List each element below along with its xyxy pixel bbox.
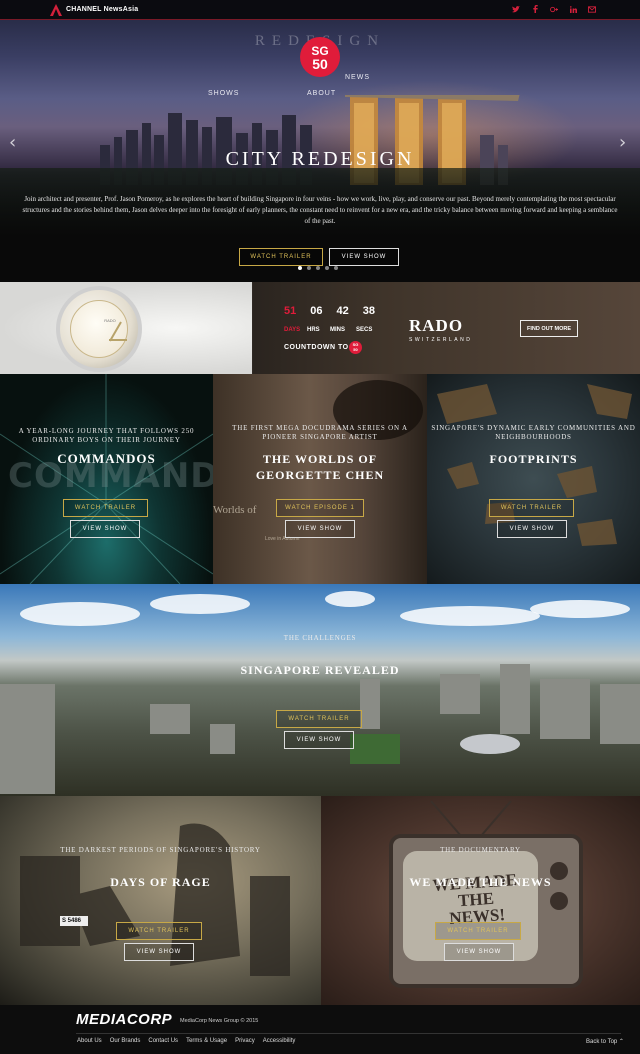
countdown-secs: 38	[362, 305, 375, 317]
slide-dots	[298, 266, 338, 270]
show-tile-we-made-the-news[interactable]: WE MADE THE NEWS! THE DOCUMENTARY WE MAD…	[321, 796, 640, 1005]
singapore-revealed-subtitle: THE CHALLENGES	[283, 634, 357, 642]
show-tile-commandos[interactable]: A YEAR-LONG JOURNEY THAT FOLLOWS 250 ORD…	[0, 374, 213, 584]
social-links	[512, 3, 596, 15]
chevron-up-icon: ⌃	[618, 1039, 624, 1045]
countdown-hrs: 06	[310, 305, 323, 317]
nav-shows[interactable]: SHOWS	[208, 90, 239, 97]
countdown-title: COUNTDOWN TO	[284, 344, 349, 351]
hero-title: CITY REDESIGN	[225, 148, 415, 170]
rado-sub: SWITZERLAND	[409, 337, 473, 343]
singapore-revealed-watch-trailer-button[interactable]: WATCH TRAILER	[276, 710, 362, 728]
mediacorp-logo[interactable]: MEDIACORP	[76, 1011, 172, 1028]
map-pieces-image	[437, 384, 632, 546]
footer-link-terms-usage[interactable]: Terms & Usage	[186, 1038, 227, 1044]
hero-view-show-button[interactable]: VIEW SHOW	[329, 248, 399, 266]
hero-description: Join architect and presenter, Prof. Jaso…	[22, 195, 618, 225]
twitter-icon[interactable]	[512, 3, 520, 15]
days-of-rage-view-show-button[interactable]: VIEW SHOW	[124, 943, 194, 961]
find-out-more-button[interactable]: FIND OUT MORE	[520, 320, 578, 337]
footer-links: About Us Our Brands Contact Us Terms & U…	[77, 1038, 295, 1044]
nav-news[interactable]: NEWS	[345, 74, 370, 81]
countdown-days: 51	[284, 305, 297, 317]
rado-name: RADO	[409, 316, 464, 335]
sg50-badge-line2: 50	[353, 346, 358, 352]
commandos-logo-text: COMMANDOS	[8, 456, 213, 496]
countdown-mins: 42	[336, 305, 349, 317]
commandos-subtitle: A YEAR-LONG JOURNEY THAT FOLLOWS 250 ORD…	[18, 427, 195, 444]
countdown-values: 51 06 42 38	[284, 305, 375, 317]
footer-link-accessibility[interactable]: Accessibility	[263, 1038, 296, 1044]
footprints-subtitle: SINGAPORE'S DYNAMIC EARLY COMMUNITIES AN…	[431, 424, 636, 441]
countdown-labels: DAYS HRS MINS SECS	[284, 327, 374, 333]
watch-minute-hand	[109, 339, 127, 341]
linkedin-icon[interactable]	[569, 3, 577, 15]
logo-text: CHANNEL NewsAsia	[66, 6, 139, 13]
we-made-the-news-subtitle: THE DOCUMENTARY	[440, 846, 521, 854]
back-to-top-link[interactable]: Back to Top ⌃	[586, 1038, 624, 1045]
nav-about[interactable]: ABOUT	[307, 90, 336, 97]
license-plate-text: S 5486	[62, 918, 82, 924]
show-tile-days-of-rage[interactable]: S 5486 THE DARKEST PERIODS OF SINGAPORE'…	[0, 796, 321, 1005]
days-of-rage-subtitle: THE DARKEST PERIODS OF SINGAPORE'S HISTO…	[60, 846, 261, 854]
top-bar: CHANNEL NewsAsia	[0, 0, 640, 20]
mins-label: MINS	[330, 327, 345, 333]
days-of-rage-title: DAYS OF RAGE	[110, 875, 211, 889]
google-plus-icon[interactable]	[550, 3, 558, 15]
we-made-the-news-watch-trailer-button[interactable]: WATCH TRAILER	[435, 922, 521, 940]
footprints-title: FOOTPRINTS	[489, 452, 578, 466]
slide-dot[interactable]	[325, 266, 329, 270]
show-tile-singapore-revealed[interactable]: THE CHALLENGES SINGAPORE REVEALED WATCH …	[0, 584, 640, 796]
hrs-label: HRS	[307, 327, 320, 333]
slide-dot[interactable]	[307, 266, 311, 270]
footprints-watch-trailer-button[interactable]: WATCH TRAILER	[489, 499, 574, 517]
copyright-text: MediaCorp News Group © 2015	[180, 1018, 259, 1024]
commandos-watch-trailer-button[interactable]: WATCH TRAILER	[63, 499, 148, 517]
rado-logo[interactable]: RADO SWITZERLAND	[409, 316, 472, 343]
singapore-revealed-title: SINGAPORE REVEALED	[240, 663, 400, 677]
footer-link-privacy[interactable]: Privacy	[235, 1038, 255, 1044]
footprints-view-show-button[interactable]: VIEW SHOW	[497, 520, 567, 538]
channel-newsasia-logo[interactable]: CHANNEL NewsAsia	[50, 3, 139, 16]
hero-banner: REDESIGN SG 50 SHOWS NEWS ABOUT ‹ › CITY…	[0, 0, 640, 282]
georgette-watch-episode-button[interactable]: WATCH EPISODE 1	[276, 499, 364, 517]
singapore-revealed-view-show-button[interactable]: VIEW SHOW	[284, 731, 354, 749]
slide-dot[interactable]	[334, 266, 338, 270]
hero-watch-trailer-button[interactable]: WATCH TRAILER	[239, 248, 323, 266]
email-icon[interactable]	[588, 3, 596, 15]
we-made-the-news-title: WE MADE THE NEWS	[409, 875, 552, 889]
footer-link-our-brands[interactable]: Our Brands	[110, 1038, 141, 1044]
days-label: DAYS	[284, 327, 301, 333]
days-of-rage-watch-trailer-button[interactable]: WATCH TRAILER	[116, 922, 202, 940]
film-title-art: Worlds of	[213, 504, 257, 516]
footer-link-contact-us[interactable]: Contact Us	[148, 1038, 178, 1044]
secs-label: SECS	[356, 327, 373, 333]
slide-dot[interactable]	[298, 266, 302, 270]
sg50-logo[interactable]: SG 50	[300, 37, 340, 77]
footer-link-about-us[interactable]: About Us	[77, 1038, 102, 1044]
back-to-top-label: Back to Top	[586, 1039, 618, 1045]
georgette-subtitle: THE FIRST MEGA DOCUDRAMA SERIES ON A PIO…	[232, 424, 408, 441]
slide-dot[interactable]	[316, 266, 320, 270]
sg50-logo-line2: 50	[312, 56, 328, 72]
footer-divider	[76, 1033, 621, 1034]
we-made-the-news-view-show-button[interactable]: VIEW SHOW	[444, 943, 514, 961]
sg50-badge: SG 50	[349, 341, 362, 354]
watch-dial: RADO	[70, 300, 128, 358]
cna-logo-icon	[50, 3, 62, 16]
show-tile-georgette-chen[interactable]: Worlds of Love in Autumn THE FIRST MEGA …	[213, 374, 427, 584]
georgette-view-show-button[interactable]: VIEW SHOW	[285, 520, 355, 538]
aerial-city-image	[0, 591, 640, 794]
watch-brand: RADO	[104, 318, 116, 323]
rado-watch-image: RADO	[56, 286, 142, 372]
facebook-icon[interactable]	[531, 3, 539, 15]
commandos-view-show-button[interactable]: VIEW SHOW	[70, 520, 140, 538]
show-tile-footprints[interactable]: SINGAPORE'S DYNAMIC EARLY COMMUNITIES AN…	[427, 374, 640, 584]
georgette-title: THE WORLDS OF GEORGETTE CHEN	[255, 452, 385, 482]
riot-photo-image	[20, 823, 290, 976]
